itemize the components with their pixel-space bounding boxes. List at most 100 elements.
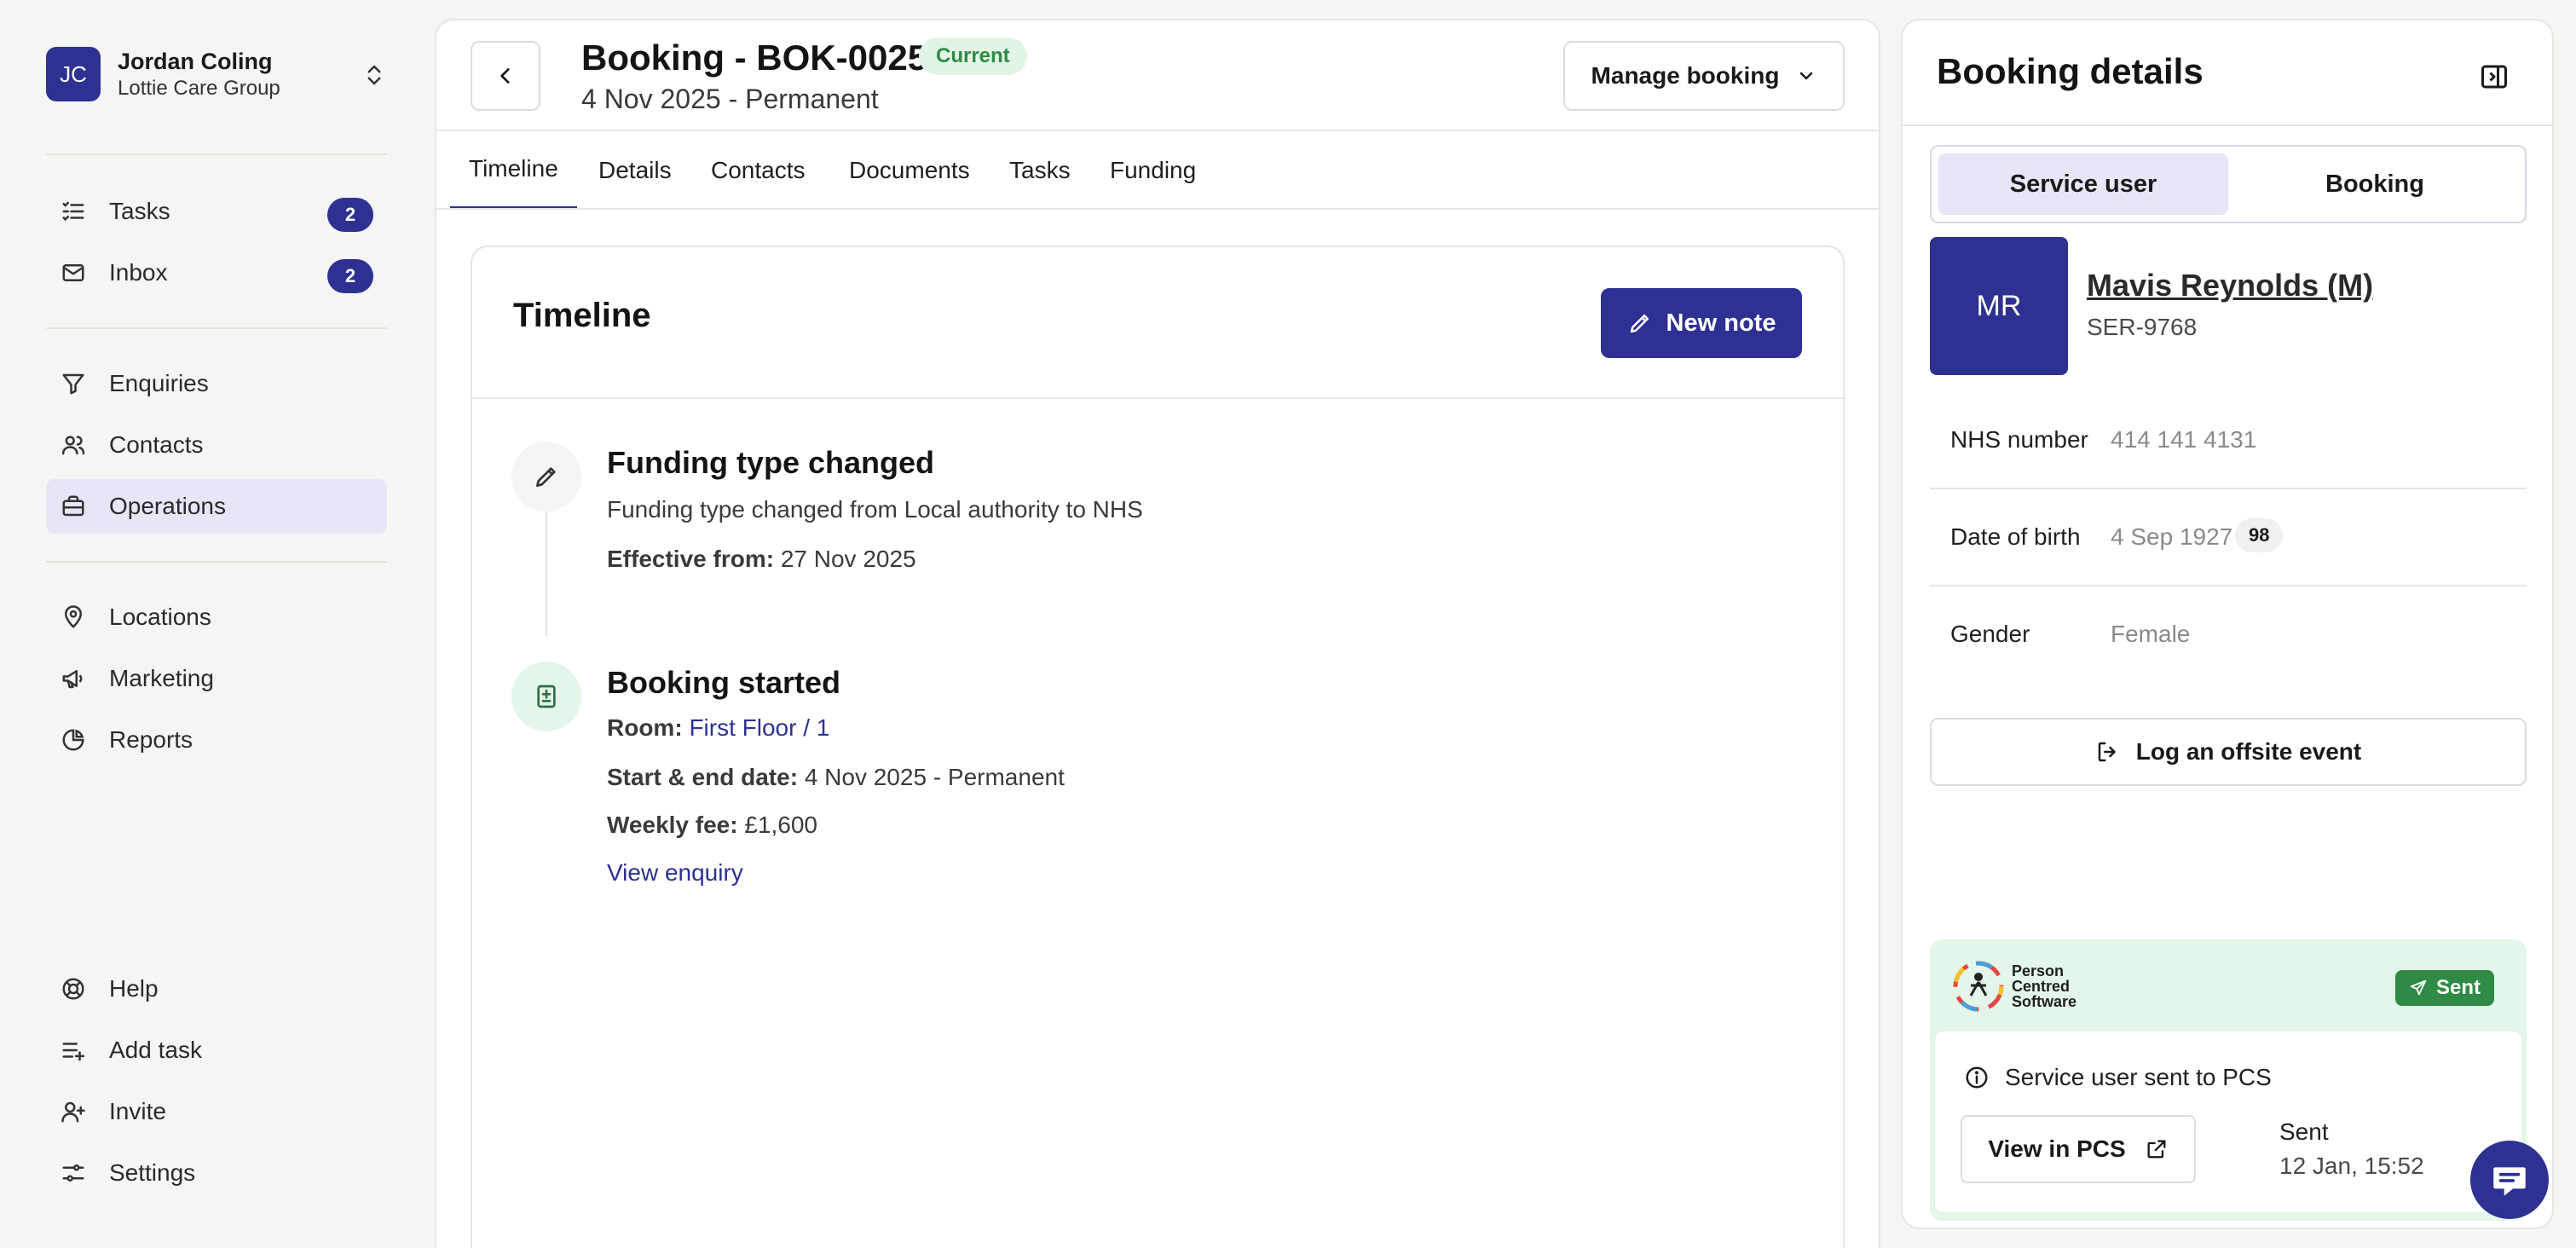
manage-booking-button[interactable]: Manage booking xyxy=(1563,41,1845,111)
view-in-pcs-label: View in PCS xyxy=(1988,1135,2126,1162)
view-enquiry-link[interactable]: View enquiry xyxy=(607,859,743,887)
booking-details-panel: Booking details Service user Booking MR … xyxy=(1901,19,2554,1229)
nav-divider xyxy=(46,561,387,563)
filter-icon xyxy=(60,370,87,397)
pcs-logo-line: Software xyxy=(2012,993,2077,1010)
segment-control: Service user Booking xyxy=(1930,145,2527,223)
dates-value: 4 Nov 2025 - Permanent xyxy=(804,764,1065,790)
sidebar-item-help[interactable]: Help xyxy=(46,962,387,1016)
count-badge: 2 xyxy=(327,198,373,232)
megaphone-icon xyxy=(60,665,87,692)
count-badge: 2 xyxy=(327,259,373,293)
room-link[interactable]: First Floor / 1 xyxy=(689,714,829,741)
sidebar-item-marketing[interactable]: Marketing xyxy=(46,651,387,706)
chevron-left-icon xyxy=(500,68,510,84)
sidebar-item-contacts[interactable]: Contacts xyxy=(46,418,387,472)
tab-bar: Timeline Details Contacts Documents Task… xyxy=(436,131,1879,210)
sidebar-item-label: Inbox xyxy=(109,259,168,286)
chevron-up-down-icon[interactable] xyxy=(361,61,387,89)
fee-label: Weekly fee: xyxy=(607,812,738,838)
sidebar-item-label: Add task xyxy=(109,1037,202,1063)
tabs-divider xyxy=(436,208,1879,210)
sidebar-item-label: Locations xyxy=(109,604,211,630)
sent-label: Sent xyxy=(2279,1118,2329,1145)
new-note-label: New note xyxy=(1666,309,1776,337)
sidebar: JC Jordan Coling Lottie Care Group Tasks… xyxy=(0,0,435,1248)
briefcase-icon xyxy=(60,493,87,520)
sidebar-item-label: Invite xyxy=(109,1098,166,1124)
pie-chart-icon xyxy=(60,726,87,754)
service-user-id: SER-9768 xyxy=(2087,314,2198,340)
tasks-list-icon xyxy=(60,198,87,225)
user-plus-icon xyxy=(60,1098,87,1125)
sidebar-item-reports[interactable]: Reports xyxy=(46,713,387,767)
support-chat-button[interactable] xyxy=(2470,1141,2549,1219)
status-badge: Current xyxy=(919,38,1027,75)
add-task-icon xyxy=(60,1037,87,1064)
org-switcher[interactable]: JC Jordan Coling Lottie Care Group xyxy=(46,46,387,102)
age-badge: 98 xyxy=(2235,518,2284,552)
segment-service-user[interactable]: Service user xyxy=(1938,153,2228,215)
tab-timeline[interactable]: Timeline xyxy=(450,131,577,210)
chevron-down-icon xyxy=(1800,72,1813,80)
back-button[interactable] xyxy=(471,41,540,111)
timeline-divider xyxy=(472,397,1846,399)
booking-book-icon xyxy=(537,685,556,708)
sidebar-item-tasks[interactable]: Tasks 2 xyxy=(46,184,387,239)
event-dates: Start & end date: 4 Nov 2025 - Permanent xyxy=(607,764,1065,791)
collapse-panel-icon[interactable] xyxy=(2479,61,2510,92)
field-value: 414 141 4131 xyxy=(2111,426,2257,453)
event-heading: Funding type changed xyxy=(607,445,934,480)
info-icon xyxy=(1966,1066,1988,1089)
chat-bubble-icon xyxy=(2493,1167,2526,1196)
panel-divider xyxy=(1903,124,2552,126)
pcs-logo-line: Person xyxy=(2012,962,2065,979)
service-user-name-link[interactable]: Mavis Reynolds (M) xyxy=(2087,268,2373,303)
sidebar-item-locations[interactable]: Locations xyxy=(46,590,387,644)
event-heading: Booking started xyxy=(607,665,841,700)
tab-documents[interactable]: Documents xyxy=(849,131,970,210)
person-centred-software-logo-icon xyxy=(1953,961,2004,1012)
new-note-button[interactable]: New note xyxy=(1601,288,1802,358)
sent-timestamp: 12 Jan, 15:52 xyxy=(2279,1153,2424,1179)
effective-label: Effective from: xyxy=(607,546,775,572)
field-row-dob: Date of birth 4 Sep 1927 98 xyxy=(1930,489,2527,586)
pcs-status-box: Service user sent to PCS View in PCS Sen… xyxy=(1935,1031,2521,1212)
tab-funding[interactable]: Funding xyxy=(1110,131,1196,210)
pcs-logo: Person Centred Software xyxy=(1952,960,2076,1013)
external-link-icon xyxy=(2147,1140,2166,1158)
event-fee: Weekly fee: £1,600 xyxy=(607,812,817,839)
sliders-icon xyxy=(60,1159,87,1187)
sidebar-item-invite[interactable]: Invite xyxy=(46,1084,387,1139)
segment-booking[interactable]: Booking xyxy=(2230,153,2520,215)
sidebar-item-enquiries[interactable]: Enquiries xyxy=(46,356,387,411)
dates-label: Start & end date: xyxy=(607,764,799,790)
timeline-title: Timeline xyxy=(513,297,651,334)
service-user-avatar: MR xyxy=(1930,237,2068,375)
tab-details[interactable]: Details xyxy=(598,131,672,210)
log-offsite-event-button[interactable]: Log an offsite event xyxy=(1930,718,2527,786)
sidebar-item-label: Tasks xyxy=(109,198,170,224)
tab-contacts[interactable]: Contacts xyxy=(711,131,806,210)
panel-title: Booking details xyxy=(1937,51,2203,91)
sidebar-item-add-task[interactable]: Add task xyxy=(46,1023,387,1078)
tab-tasks[interactable]: Tasks xyxy=(1009,131,1071,210)
pencil-icon xyxy=(1630,315,1649,333)
field-row-nhs: NHS number 414 141 4131 xyxy=(1930,392,2527,489)
sidebar-item-label: Contacts xyxy=(109,431,204,458)
field-label: Gender xyxy=(1950,621,2030,647)
manage-booking-label: Manage booking xyxy=(1591,62,1780,89)
timeline-card: Timeline New note Funding type changed F… xyxy=(471,246,1846,1248)
event-effective-date: Effective from: 27 Nov 2025 xyxy=(607,546,916,573)
sidebar-item-inbox[interactable]: Inbox 2 xyxy=(46,246,387,300)
event-description: Funding type changed from Local authorit… xyxy=(607,496,1143,523)
log-out-icon xyxy=(2098,742,2116,762)
pcs-integration-card: Person Centred Software Sent Service use… xyxy=(1930,939,2527,1221)
view-in-pcs-button[interactable]: View in PCS xyxy=(1961,1115,2196,1183)
sidebar-item-settings[interactable]: Settings xyxy=(46,1146,387,1200)
sidebar-item-operations[interactable]: Operations xyxy=(46,479,387,534)
sidebar-item-label: Help xyxy=(109,975,159,1002)
page-title: Booking - BOK-0025 xyxy=(581,38,928,78)
pcs-logo-line: Centred xyxy=(2012,978,2071,995)
field-value: 4 Sep 1927 xyxy=(2111,523,2233,550)
